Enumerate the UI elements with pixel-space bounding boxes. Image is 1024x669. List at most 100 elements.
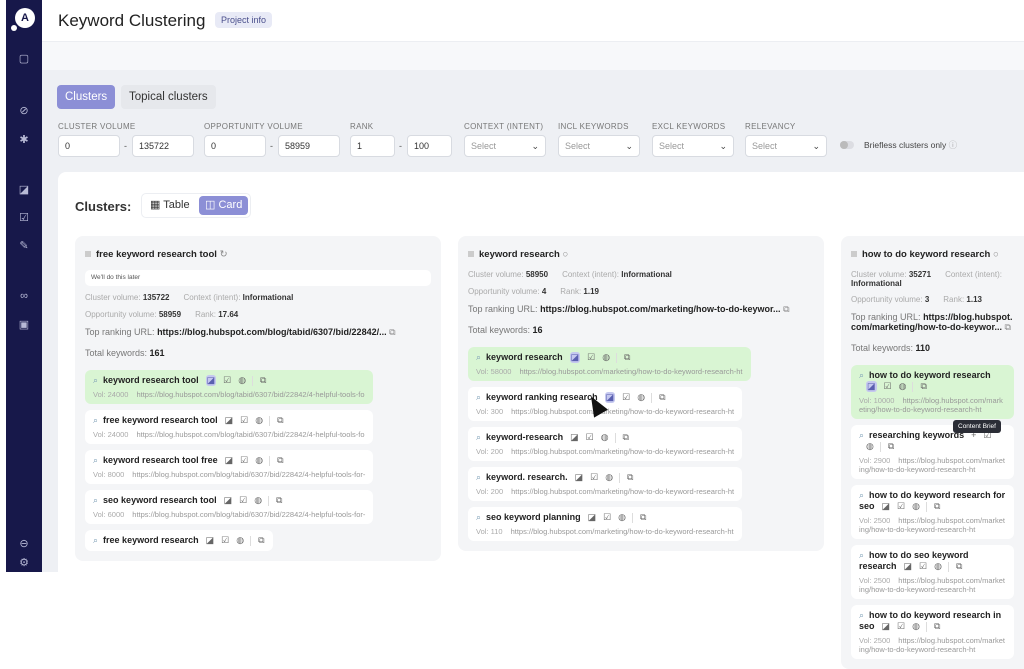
edit-icon[interactable]: ☑ xyxy=(622,392,630,403)
edit-icon[interactable]: ☑ xyxy=(239,495,247,506)
message-icon[interactable]: ◍ xyxy=(618,512,626,523)
message-icon[interactable]: ◍ xyxy=(601,432,609,443)
message-icon[interactable]: ◍ xyxy=(238,375,246,386)
rank-min[interactable]: 1 xyxy=(350,135,395,157)
copy-icon[interactable]: ⧉ xyxy=(389,327,395,337)
brief-icon[interactable]: ◪ xyxy=(224,495,233,506)
edit-icon[interactable]: ☑ xyxy=(603,512,611,523)
star-icon[interactable]: ✱ xyxy=(6,133,42,146)
message-icon[interactable]: ◍ xyxy=(637,392,645,403)
search-icon[interactable]: ○ xyxy=(993,249,999,260)
keyword-url[interactable]: https://blog.hubspot.com/blog/tabid/6307… xyxy=(136,390,364,399)
keyword-item[interactable]: ⌕ researching keywords + ☑◍ ⧉ Vol: 2900 https… xyxy=(851,425,1014,479)
file-icon[interactable]: ▢ xyxy=(6,52,42,65)
copy-icon[interactable]: ⧉ xyxy=(276,495,282,506)
edit-icon[interactable]: ☑ xyxy=(240,455,248,466)
brief-icon[interactable]: ◪ xyxy=(904,561,913,572)
info-icon[interactable]: ⓘ xyxy=(949,140,958,150)
compass-icon[interactable]: ⊘ xyxy=(6,104,42,117)
brief-icon[interactable]: ◪ xyxy=(570,432,579,443)
app-logo[interactable]: A xyxy=(15,8,35,28)
top-url-value[interactable]: https://blog.hubspot.com/marketing/how-t… xyxy=(540,304,781,314)
copy-icon[interactable]: ⧉ xyxy=(623,432,629,443)
keyword-item[interactable]: ⌕ free keyword research ◪ ☑ ◍ ⧉ xyxy=(85,530,273,551)
brief-icon[interactable]: ◪ xyxy=(575,472,584,483)
message-icon[interactable]: ◍ xyxy=(236,535,244,546)
keyword-url[interactable]: https://blog.hubspot.com/blog/tabid/6307… xyxy=(136,430,364,439)
view-card-button[interactable]: ◫ Card xyxy=(199,196,249,215)
brief-icon[interactable]: ◪ xyxy=(206,535,215,546)
briefless-toggle[interactable] xyxy=(840,141,854,149)
tab-topical-clusters[interactable]: Topical clusters xyxy=(121,85,216,109)
copy-icon[interactable]: ⧉ xyxy=(956,561,962,572)
settings-icon[interactable]: ⚙ xyxy=(6,556,42,569)
cluster-note[interactable]: We'll do this later xyxy=(85,270,431,286)
keyword-url[interactable]: https://blog.hubspot.com/marketing/how-t… xyxy=(519,367,742,376)
brief-icon[interactable]: ◪ xyxy=(882,621,891,632)
brief-icon[interactable]: ◪ xyxy=(588,512,597,523)
keyword-url[interactable]: https://blog.hubspot.com/marketing/how-t… xyxy=(511,487,734,496)
select-checkbox[interactable] xyxy=(85,251,91,257)
refresh-icon[interactable]: ↻ xyxy=(220,249,228,260)
brief-icon[interactable]: ◪ xyxy=(604,392,616,403)
keyword-item[interactable]: ⌕ free keyword research tool ◪ ☑ ◍ ⧉ Vol: 240… xyxy=(85,410,373,444)
keyword-url[interactable]: https://blog.hubspot.com/marketing/how-t… xyxy=(511,527,734,536)
edit-icon[interactable]: ☑ xyxy=(223,375,231,386)
copy-icon[interactable]: ⧉ xyxy=(277,415,283,426)
edit-icon[interactable]: ☑ xyxy=(6,211,42,224)
copy-icon[interactable]: ⧉ xyxy=(1005,322,1011,332)
cluster-volume-min[interactable]: 0 xyxy=(58,135,120,157)
rank-max[interactable]: 100 xyxy=(407,135,452,157)
edit-icon[interactable]: ☑ xyxy=(884,381,892,392)
copy-icon[interactable]: ⧉ xyxy=(934,501,940,512)
message-icon[interactable]: ◍ xyxy=(934,561,942,572)
project-info-button[interactable]: Project info xyxy=(215,12,273,28)
brief-icon[interactable]: ◪ xyxy=(225,415,234,426)
edit-icon[interactable]: ☑ xyxy=(240,415,248,426)
copy-icon[interactable]: ⧉ xyxy=(640,512,646,523)
edit-icon[interactable]: ☑ xyxy=(586,432,594,443)
copy-icon[interactable]: ⧉ xyxy=(260,375,266,386)
message-icon[interactable]: ◍ xyxy=(866,441,874,452)
keyword-item[interactable]: ⌕ keyword research ◪ ☑ ◍ ⧉ Vol: 58000 https://… xyxy=(468,347,751,381)
edit-icon[interactable]: ☑ xyxy=(590,472,598,483)
message-icon[interactable]: ◍ xyxy=(899,381,907,392)
edit-icon[interactable]: ☑ xyxy=(919,561,927,572)
keyword-item[interactable]: ⌕ how to do seo keyword research ◪ ☑ ◍ ⧉ Vol:… xyxy=(851,545,1014,599)
keyword-item[interactable]: ⌕ keyword-research ◪ ☑ ◍ ⧉ Vol: 200 https://bl… xyxy=(468,427,743,461)
message-icon[interactable]: ◍ xyxy=(255,455,263,466)
brief-icon[interactable]: ◪ xyxy=(205,375,217,386)
edit-icon[interactable]: ☑ xyxy=(897,621,905,632)
keyword-item[interactable]: ⌕ seo keyword planning ◪ ☑ ◍ ⧉ Vol: 110 https:… xyxy=(468,507,742,541)
keyword-item[interactable]: ⌕ seo keyword research tool ◪ ☑ ◍ ⧉ Vol: 6000… xyxy=(85,490,374,524)
link-icon[interactable]: ∞ xyxy=(6,290,42,302)
copy-icon[interactable]: ⧉ xyxy=(624,352,630,363)
cluster-volume-max[interactable]: 135722 xyxy=(132,135,194,157)
opportunity-volume-min[interactable]: 0 xyxy=(204,135,266,157)
copy-icon[interactable]: ⧉ xyxy=(888,441,894,452)
select-checkbox[interactable] xyxy=(468,251,474,257)
edit-icon[interactable]: ☑ xyxy=(587,352,595,363)
incl-keywords-select[interactable]: Select ⌄ xyxy=(558,135,640,157)
copy-icon[interactable]: ⧉ xyxy=(258,535,264,546)
keyword-url[interactable]: https://blog.hubspot.com/marketing/how-t… xyxy=(511,447,734,456)
search-icon[interactable]: ○ xyxy=(562,249,568,260)
magic-wand-icon[interactable]: ✎ xyxy=(6,239,42,252)
tab-clusters[interactable]: Clusters xyxy=(57,85,116,109)
brief-icon[interactable]: ◪ xyxy=(882,501,891,512)
excl-keywords-select[interactable]: Select ⌄ xyxy=(652,135,734,157)
relevancy-select[interactable]: Select ⌄ xyxy=(745,135,827,157)
edit-icon[interactable]: ☑ xyxy=(897,501,905,512)
view-table-button[interactable]: ▦ Table xyxy=(144,196,196,215)
message-icon[interactable]: ◍ xyxy=(605,472,613,483)
keyword-item[interactable]: ⌕ keyword. research. ◪ ☑ ◍ ⧉ Vol: 200 https://… xyxy=(468,467,743,501)
brief-icon[interactable]: ◪ xyxy=(569,352,581,363)
keyword-item[interactable]: ⌕ how to do keyword research◪ ☑ ◍ ⧉ Vol: 100… xyxy=(851,365,1014,419)
message-icon[interactable]: ◍ xyxy=(254,495,262,506)
context-select[interactable]: Select ⌄ xyxy=(464,135,546,157)
copy-icon[interactable]: ⧉ xyxy=(659,392,665,403)
opportunity-volume-max[interactable]: 58959 xyxy=(278,135,340,157)
keyword-url[interactable]: https://blog.hubspot.com/marketing/how-t… xyxy=(511,407,734,416)
message-icon[interactable]: ◍ xyxy=(602,352,610,363)
brief-icon[interactable]: ◪ xyxy=(6,183,42,196)
